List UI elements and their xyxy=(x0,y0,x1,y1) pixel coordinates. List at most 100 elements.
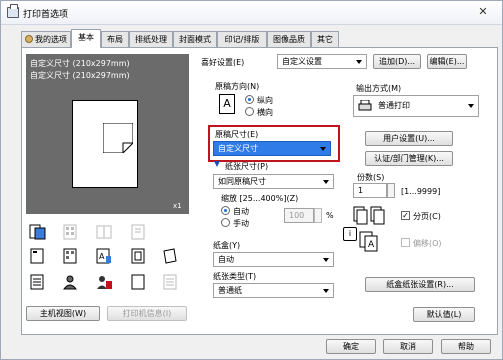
tab-basic[interactable]: 基本 xyxy=(71,29,101,48)
tab-my-options[interactable]: 我的选项 xyxy=(21,31,71,47)
tab-label: 图像品质 xyxy=(273,35,305,44)
tray-paper-settings-button[interactable]: 纸盒纸张设置(R)... xyxy=(365,277,475,292)
printer-icon xyxy=(7,4,19,18)
print-output-icon[interactable] xyxy=(28,223,46,241)
copies-range: [1...9999] xyxy=(401,187,441,196)
arrow-down-icon xyxy=(213,161,221,169)
tab-image-quality[interactable]: 图像品质 xyxy=(267,31,311,47)
offset-icon: A xyxy=(359,231,381,253)
tray-value: 自动 xyxy=(218,255,234,264)
zoom-auto-radio[interactable] xyxy=(221,206,230,215)
default-button[interactable]: 默认值(L) xyxy=(413,307,475,322)
zoom-value-input[interactable]: 100 xyxy=(284,208,314,223)
ok-button[interactable]: 确定 xyxy=(326,339,376,354)
tab-other[interactable]: 其它 xyxy=(311,31,339,47)
tab-label: 印记/排版 xyxy=(224,35,260,44)
preview-scale: x1 xyxy=(173,202,182,210)
paper-type-value: 普通纸 xyxy=(218,286,242,295)
tray-select[interactable]: 自动 xyxy=(213,252,334,267)
paper-size-select[interactable]: 如同原稿尺寸 xyxy=(213,174,334,189)
chevron-down-icon xyxy=(323,289,329,293)
collate-icon xyxy=(353,206,387,230)
tab-finishing[interactable]: 排纸处理 xyxy=(129,31,173,47)
output-method-select[interactable]: 普通打印 xyxy=(353,95,479,117)
tab-label: 我的选项 xyxy=(35,35,67,44)
tab-stamp-layout[interactable]: 印记/排版 xyxy=(217,31,267,47)
preview-page xyxy=(72,100,138,188)
zoom-unit: % xyxy=(326,211,334,220)
portrait-radio[interactable] xyxy=(245,95,254,104)
offset-label: 偏移(O) xyxy=(413,239,442,248)
tray-label: 纸盒(Y) xyxy=(213,241,241,250)
orientation-label: 原稿方向(N) xyxy=(215,82,260,91)
close-button[interactable]: ✕ xyxy=(473,5,493,19)
help-button[interactable]: 帮助 xyxy=(441,339,491,354)
booklet-icon[interactable] xyxy=(95,223,113,241)
auth-department-button[interactable]: 认证/部门管理(K)... xyxy=(365,151,453,166)
account-icon[interactable] xyxy=(95,273,113,291)
favorites-select[interactable]: 自定义设置 xyxy=(277,54,367,69)
zoom-manual-label: 手动 xyxy=(233,219,249,228)
fold-corner-icon xyxy=(102,122,134,154)
window-title: 打印首选项 xyxy=(23,10,69,20)
zoom-auto-label: 自动 xyxy=(233,207,249,216)
chevron-down-icon xyxy=(320,147,326,151)
output-method-label: 输出方式(M) xyxy=(356,84,402,93)
svg-text:A: A xyxy=(99,252,105,261)
copies-input[interactable]: 1 xyxy=(353,183,387,198)
collate-checkbox[interactable]: ✓ xyxy=(401,211,410,220)
user-auth-icon[interactable] xyxy=(61,273,79,291)
printer-info-button[interactable]: 打印机信息(I) xyxy=(107,306,187,321)
document-icon[interactable] xyxy=(28,273,46,291)
offset-checkbox[interactable] xyxy=(401,238,410,247)
landscape-label: 横向 xyxy=(257,108,273,117)
add-favorite-button[interactable]: 追加(D)... xyxy=(373,54,421,69)
title-bar: 打印首选项 ✕ xyxy=(1,1,502,25)
zoom-spinner[interactable] xyxy=(314,208,322,223)
tab-label: 封面模式 xyxy=(179,35,211,44)
svg-text:A: A xyxy=(368,240,375,250)
cancel-button[interactable]: 取消 xyxy=(383,339,433,354)
watermark-icon[interactable]: A xyxy=(95,247,113,265)
copies-label: 份数(S) xyxy=(357,173,385,182)
copies-spinner[interactable] xyxy=(387,183,395,198)
favorites-label: 喜好设置(E) xyxy=(201,58,245,67)
printer-view-button[interactable]: 主机视图(W) xyxy=(26,306,100,321)
tab-label: 其它 xyxy=(317,35,333,44)
zoom-manual-radio[interactable] xyxy=(221,218,230,227)
duplex-icon[interactable] xyxy=(129,223,147,241)
paper-size-value: 如同原稿尺寸 xyxy=(218,177,266,186)
paper-size-label: 纸张尺寸(P) xyxy=(225,162,269,171)
original-size-value: 自定义尺寸 xyxy=(218,144,258,153)
chevron-down-icon xyxy=(323,180,329,184)
tab-label: 基本 xyxy=(78,33,94,42)
output-method-value: 普通打印 xyxy=(378,101,410,110)
paper-stack-icon[interactable] xyxy=(161,247,179,265)
stapler-icon[interactable] xyxy=(28,247,46,265)
orientation-preview-icon: A xyxy=(219,94,235,114)
collate-label: 分页(C) xyxy=(413,212,441,221)
tab-label: 布局 xyxy=(107,35,123,44)
print-preferences-dialog: 打印首选项 ✕ 我的选项 基本 布局 排纸处理 封面模式 印记/排版 图像品质 … xyxy=(0,0,503,360)
user-settings-button[interactable]: 用户设置(U)... xyxy=(365,131,453,146)
paper-type-select[interactable]: 普通纸 xyxy=(213,283,334,298)
edit-favorite-button[interactable]: 编辑(E)... xyxy=(427,54,467,69)
landscape-radio[interactable] xyxy=(245,107,254,116)
list-icon[interactable] xyxy=(161,273,179,291)
printer-icon xyxy=(358,99,372,112)
paper-type-label: 纸张类型(T) xyxy=(213,272,257,281)
page-frame-icon[interactable] xyxy=(129,247,147,265)
tab-label: 排纸处理 xyxy=(135,35,167,44)
layout-grid-icon[interactable] xyxy=(61,247,79,265)
tab-layout[interactable]: 布局 xyxy=(101,31,129,47)
multi-page-icon[interactable] xyxy=(61,223,79,241)
chevron-down-icon xyxy=(323,258,329,262)
zoom-label: 缩放 [25...400%](Z) xyxy=(221,194,299,203)
portrait-label: 纵向 xyxy=(257,96,273,105)
page-preview: 自定义尺寸 (210x297mm) 自定义尺寸 (210x297mm) x1 xyxy=(26,54,189,214)
preview-paper-size: 自定义尺寸 (210x297mm) xyxy=(30,59,130,68)
original-size-select[interactable]: 自定义尺寸 xyxy=(213,141,331,156)
tab-cover-mode[interactable]: 封面模式 xyxy=(173,31,217,47)
page-blank-icon[interactable] xyxy=(129,273,147,291)
chevron-down-icon xyxy=(468,104,474,108)
